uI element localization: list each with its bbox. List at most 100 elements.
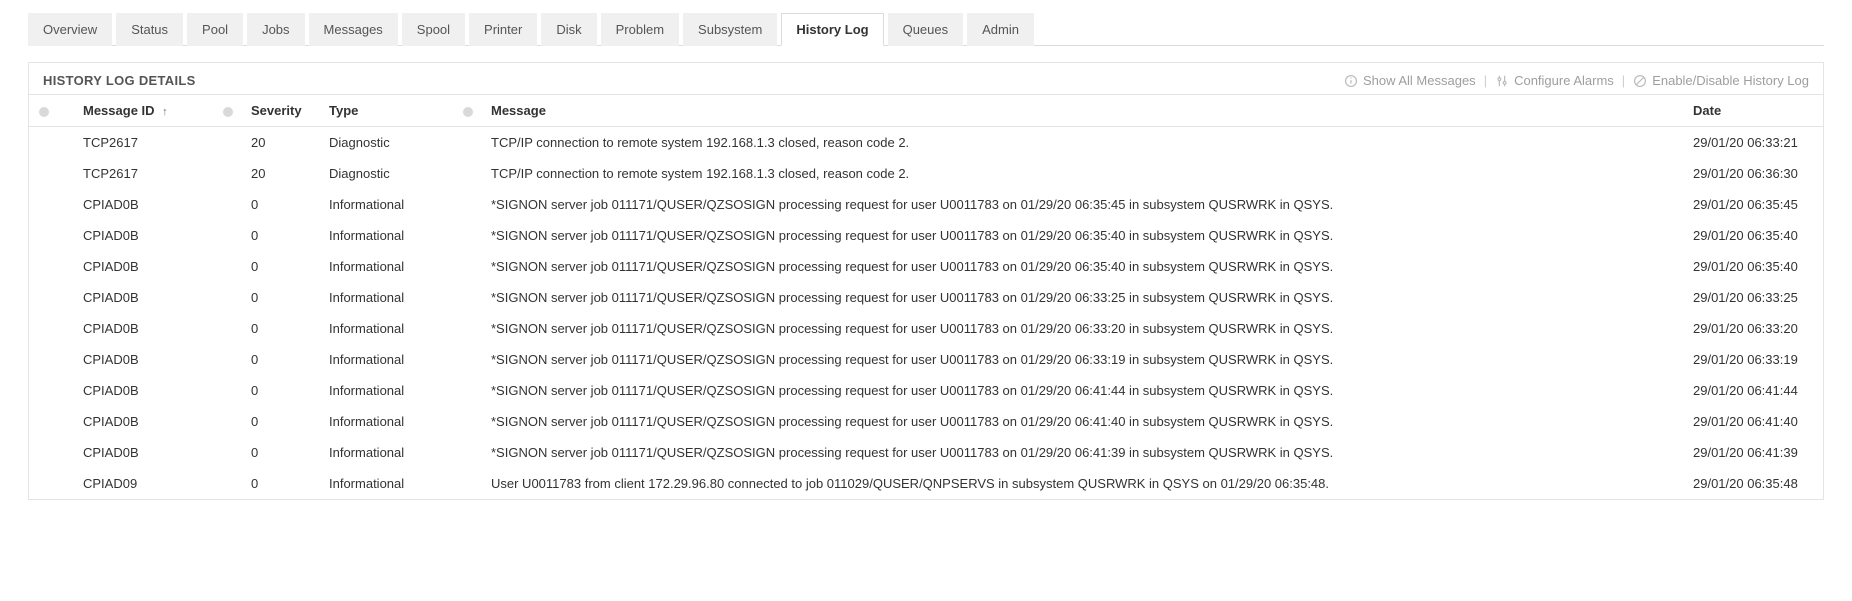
separator: |	[1622, 73, 1625, 88]
cell-type: Informational	[319, 251, 453, 282]
separator: |	[1484, 73, 1487, 88]
sliders-icon	[1495, 74, 1509, 88]
tab-pool[interactable]: Pool	[187, 13, 243, 46]
cell-date: 29/01/20 06:33:25	[1683, 282, 1823, 313]
cell-severity: 0	[241, 220, 319, 251]
cell-severity: 0	[241, 344, 319, 375]
cell-type: Informational	[319, 375, 453, 406]
cell-date: 29/01/20 06:35:40	[1683, 251, 1823, 282]
cell-message: TCP/IP connection to remote system 192.1…	[481, 127, 1683, 159]
cell-date: 29/01/20 06:36:30	[1683, 158, 1823, 189]
tabbar: OverviewStatusPoolJobsMessagesSpoolPrint…	[28, 12, 1824, 46]
configure-alarms-link[interactable]: Configure Alarms	[1495, 73, 1614, 88]
history-log-panel: HISTORY LOG DETAILS Show All Messages | …	[28, 62, 1824, 500]
column-header-message[interactable]: Message	[481, 95, 1683, 127]
cell-date: 29/01/20 06:35:48	[1683, 468, 1823, 499]
tab-disk[interactable]: Disk	[541, 13, 596, 46]
cell-severity: 20	[241, 127, 319, 159]
cell-severity: 20	[241, 158, 319, 189]
table-row[interactable]: CPIAD09 0Informational User U0011783 from …	[29, 468, 1823, 499]
cell-type: Diagnostic	[319, 127, 453, 159]
tab-messages[interactable]: Messages	[309, 13, 398, 46]
cell-message-id: CPIAD0B	[73, 282, 213, 313]
cell-message: *SIGNON server job 011171/QUSER/QZSOSIGN…	[481, 375, 1683, 406]
cell-message: User U0011783 from client 172.29.96.80 c…	[481, 468, 1683, 499]
cell-message-id: CPIAD0B	[73, 189, 213, 220]
column-header-date[interactable]: Date	[1683, 95, 1823, 127]
table-row[interactable]: CPIAD0B0Informational*SIGNON server job …	[29, 189, 1823, 220]
panel-title: HISTORY LOG DETAILS	[43, 73, 196, 88]
cell-message-id: CPIAD09	[73, 468, 213, 499]
cell-severity: 0	[241, 375, 319, 406]
filter-dot-icon	[463, 107, 473, 117]
cell-message: *SIGNON server job 011171/QUSER/QZSOSIGN…	[481, 220, 1683, 251]
cell-message: TCP/IP connection to remote system 192.1…	[481, 158, 1683, 189]
cell-severity: 0	[241, 251, 319, 282]
enable-disable-history-log-label: Enable/Disable History Log	[1652, 73, 1809, 88]
cell-date: 29/01/20 06:33:19	[1683, 344, 1823, 375]
tab-overview[interactable]: Overview	[28, 13, 112, 46]
tab-problem[interactable]: Problem	[601, 13, 679, 46]
table-row[interactable]: CPIAD0B0Informational*SIGNON server job …	[29, 344, 1823, 375]
cell-severity: 0	[241, 282, 319, 313]
column-header-type[interactable]: Type	[319, 95, 453, 127]
cell-type: Informational	[319, 313, 453, 344]
table-row[interactable]: CPIAD0B0Informational*SIGNON server job …	[29, 220, 1823, 251]
ban-icon	[1633, 74, 1647, 88]
table-row[interactable]: CPIAD0B 0Informational *SIGNON server job …	[29, 437, 1823, 468]
tab-printer[interactable]: Printer	[469, 13, 537, 46]
table-row[interactable]: CPIAD0B0Informational*SIGNON server job …	[29, 406, 1823, 437]
filter-dot-icon	[223, 107, 233, 117]
table-row[interactable]: CPIAD0B0Informational*SIGNON server job …	[29, 313, 1823, 344]
enable-disable-history-log-link[interactable]: Enable/Disable History Log	[1633, 73, 1809, 88]
cell-date: 29/01/20 06:35:45	[1683, 189, 1823, 220]
panel-actions: Show All Messages | Configure Alarms | E…	[1344, 73, 1809, 88]
cell-message-id: CPIAD0B	[73, 437, 213, 468]
cell-message: *SIGNON server job 011171/QUSER/QZSOSIGN…	[481, 282, 1683, 313]
table-header-row: Message ID ↑ Severity Type Message Date	[29, 95, 1823, 127]
cell-message: *SIGNON server job 011171/QUSER/QZSOSIGN…	[481, 251, 1683, 282]
filter-dot-icon	[39, 107, 49, 117]
tab-jobs[interactable]: Jobs	[247, 13, 304, 46]
cell-date: 29/01/20 06:33:21	[1683, 127, 1823, 159]
cell-message-id: TCP2617	[73, 158, 213, 189]
tab-spool[interactable]: Spool	[402, 13, 465, 46]
panel-header: HISTORY LOG DETAILS Show All Messages | …	[29, 63, 1823, 95]
cell-type: Diagnostic	[319, 158, 453, 189]
cell-message: *SIGNON server job 011171/QUSER/QZSOSIGN…	[481, 437, 1683, 468]
tab-history-log[interactable]: History Log	[781, 13, 883, 46]
cell-severity: 0	[241, 313, 319, 344]
cell-message-id: CPIAD0B	[73, 220, 213, 251]
cell-severity: 0	[241, 189, 319, 220]
column-filter-severity[interactable]	[213, 95, 241, 127]
show-all-messages-label: Show All Messages	[1363, 73, 1476, 88]
table-row[interactable]: TCP2617 20Diagnostic TCP/IP connection to …	[29, 158, 1823, 189]
column-filter-message[interactable]	[453, 95, 481, 127]
cell-date: 29/01/20 06:33:20	[1683, 313, 1823, 344]
cell-type: Informational	[319, 437, 453, 468]
history-log-table: Message ID ↑ Severity Type Message Date …	[29, 95, 1823, 499]
info-icon	[1344, 74, 1358, 88]
cell-message: *SIGNON server job 011171/QUSER/QZSOSIGN…	[481, 406, 1683, 437]
cell-message: *SIGNON server job 011171/QUSER/QZSOSIGN…	[481, 344, 1683, 375]
table-row[interactable]: CPIAD0B 0Informational *SIGNON server job …	[29, 375, 1823, 406]
show-all-messages-link[interactable]: Show All Messages	[1344, 73, 1476, 88]
cell-type: Informational	[319, 468, 453, 499]
column-header-message-id[interactable]: Message ID ↑	[73, 95, 213, 127]
cell-severity: 0	[241, 437, 319, 468]
cell-message-id: TCP2617	[73, 127, 213, 159]
cell-severity: 0	[241, 468, 319, 499]
cell-type: Informational	[319, 344, 453, 375]
tab-subsystem[interactable]: Subsystem	[683, 13, 777, 46]
cell-message-id: CPIAD0B	[73, 406, 213, 437]
column-header-severity[interactable]: Severity	[241, 95, 319, 127]
table-row[interactable]: CPIAD0B 0Informational *SIGNON server job …	[29, 282, 1823, 313]
table-row[interactable]: CPIAD0B0Informational*SIGNON server job …	[29, 251, 1823, 282]
tab-queues[interactable]: Queues	[888, 13, 964, 46]
table-row[interactable]: TCP2617 20Diagnostic TCP/IP connection to …	[29, 127, 1823, 159]
cell-type: Informational	[319, 282, 453, 313]
column-filter-message-id[interactable]	[29, 95, 73, 127]
cell-message-id: CPIAD0B	[73, 375, 213, 406]
tab-admin[interactable]: Admin	[967, 13, 1034, 46]
tab-status[interactable]: Status	[116, 13, 183, 46]
